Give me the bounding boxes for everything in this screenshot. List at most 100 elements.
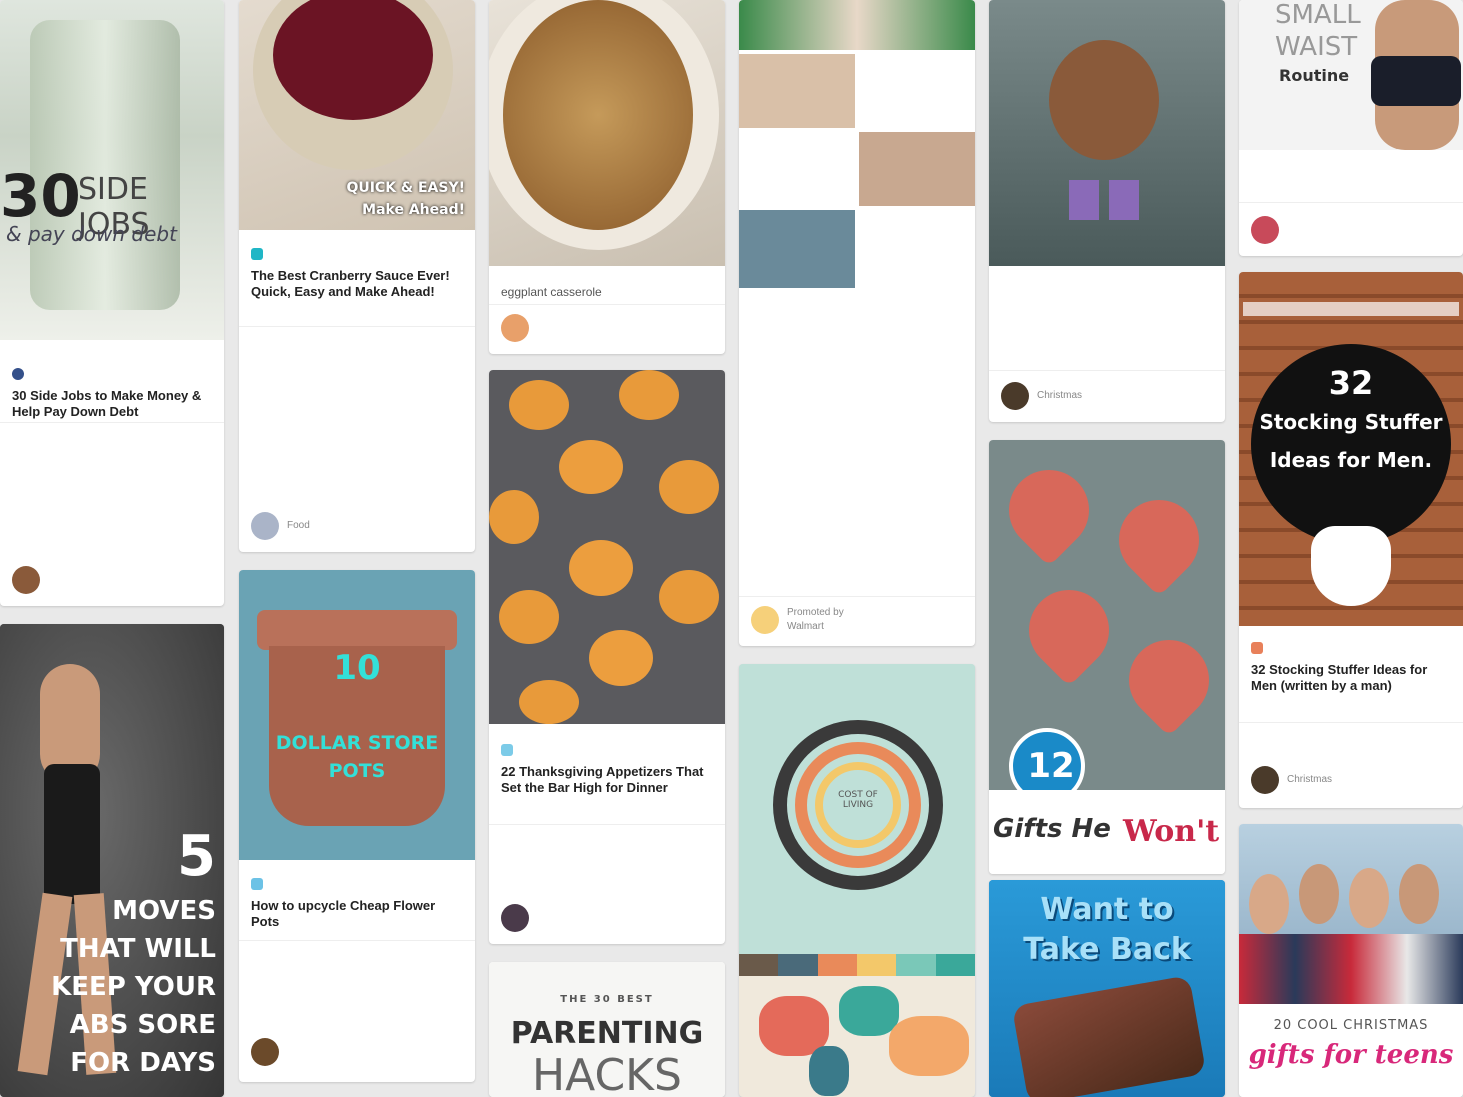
board-name[interactable]: Food	[287, 519, 310, 533]
color-strip	[739, 954, 975, 976]
pin-board: 30 SIDE JOBS & pay down debt 30 Side Job…	[0, 0, 1463, 1097]
overlay-subtitle: & pay down debt	[6, 222, 177, 246]
casserole-shape	[503, 0, 693, 230]
pin-title[interactable]: 30 Side Jobs to Make Money & Help Pay Do…	[12, 388, 212, 420]
overlay-headline: PARENTING	[510, 1016, 704, 1051]
pin-attribution[interactable]	[501, 314, 537, 342]
pin-image[interactable]	[739, 0, 975, 288]
pin-attribution[interactable]: Promoted by Walmart	[751, 606, 844, 634]
pin-image[interactable]: THE 30 BEST PARENTING HACKS	[489, 962, 725, 1097]
avatar[interactable]	[251, 1038, 279, 1066]
overlay-text: Make Ahead!	[362, 202, 465, 218]
pin-image[interactable]: 5 MOVES THAT WILL KEEP YOUR ABS SORE FOR…	[0, 624, 224, 1097]
pot-rim-shape	[257, 610, 457, 650]
pin-description	[1001, 282, 1213, 362]
pin-description	[501, 814, 713, 868]
overlay-text: THE 30 BEST	[560, 994, 654, 1005]
pin-image[interactable]: SMALL WAIST Routine	[1239, 0, 1463, 150]
overlay-text: WAIST	[1275, 32, 1358, 62]
walmart-logo-icon[interactable]	[751, 606, 779, 634]
pin-title[interactable]: 32 Stocking Stuffer Ideas for Men (writt…	[1251, 662, 1451, 694]
board-name[interactable]: Christmas	[1287, 773, 1332, 787]
pin-meta: eggplant casserole	[489, 276, 725, 309]
pin-stocking-him[interactable]: Christmas	[989, 0, 1225, 422]
pin-gifts-he-won-t[interactable]: 12 Gifts He Won't	[989, 440, 1225, 874]
overlay-text: SMALL	[1275, 0, 1361, 30]
overlay-text: QUICK & EASY!	[346, 180, 465, 196]
pin-small-waist[interactable]: SMALL WAIST Routine	[1239, 0, 1463, 256]
overlay-text: Stocking Stuffer	[1259, 410, 1443, 434]
pin-title[interactable]: The Best Cranberry Sauce Ever! Quick, Ea…	[251, 268, 463, 300]
pin-attribution[interactable]: Food	[251, 512, 310, 540]
pin-image[interactable]: QUICK & EASY! Make Ahead!	[239, 0, 475, 230]
pin-image[interactable]: 12	[989, 440, 1225, 790]
pin-eggplant[interactable]: eggplant casserole	[489, 0, 725, 354]
pin-image[interactable]	[489, 0, 725, 266]
pin-image-caption: 20 COOL CHRISTMAS gifts for teens	[1239, 1010, 1463, 1097]
avatar[interactable]	[501, 314, 529, 342]
pin-image[interactable]: Want to Take Back	[989, 880, 1225, 1097]
avatar[interactable]	[1251, 216, 1279, 244]
pin-meta	[739, 290, 975, 597]
pin-title[interactable]: eggplant casserole	[501, 284, 713, 301]
pin-appetizers[interactable]: 22 Thanksgiving Appetizers That Set the …	[489, 370, 725, 944]
pin-source	[251, 878, 463, 890]
pin-cranberry[interactable]: QUICK & EASY! Make Ahead! The Best Cranb…	[239, 0, 475, 552]
avatar[interactable]	[12, 566, 40, 594]
avatar[interactable]	[501, 904, 529, 932]
overlay-number: 32	[1328, 364, 1374, 402]
pin-parenting-hacks[interactable]: THE 30 BEST PARENTING HACKS	[489, 962, 725, 1097]
pin-image[interactable]: 10 DOLLAR STORE POTS	[239, 570, 475, 860]
overlay-text: 20 COOL CHRISTMAS	[1273, 1018, 1429, 1033]
pin-gingerbread-promoted[interactable]: Promoted by Walmart	[739, 0, 975, 646]
swimsuit-shape	[44, 764, 100, 904]
pin-image[interactable]	[989, 0, 1225, 266]
pin-attribution[interactable]	[12, 566, 48, 594]
avatar[interactable]	[1001, 382, 1029, 410]
pin-attribution[interactable]	[501, 904, 537, 932]
pin-take-back[interactable]: Want to Take Back	[989, 880, 1225, 1097]
pin-meta	[1239, 158, 1463, 203]
overlay-number: 5	[177, 824, 216, 889]
pin-source	[251, 248, 463, 260]
pin-stocking-men[interactable]: 32 Stocking Stuffer Ideas for Men. 32 St…	[1239, 272, 1463, 808]
pin-cost-of-living[interactable]: COST OF LIVING	[739, 664, 975, 1097]
pin-side-jobs[interactable]: 30 SIDE JOBS & pay down debt 30 Side Job…	[0, 0, 224, 606]
overlay-text: Take Back	[1023, 932, 1191, 967]
pin-description	[12, 432, 212, 512]
world-map-image[interactable]	[739, 976, 975, 1097]
pin-image[interactable]: 30 SIDE JOBS & pay down debt	[0, 0, 224, 340]
cookies-shape	[1049, 40, 1159, 160]
pin-title[interactable]: 22 Thanksgiving Appetizers That Set the …	[501, 764, 713, 796]
pin-meta	[989, 274, 1225, 371]
pin-attribution[interactable]: Christmas	[1251, 766, 1332, 794]
pin-title[interactable]: How to upcycle Cheap Flower Pots	[251, 898, 463, 930]
pin-description	[251, 946, 463, 1026]
pin-meta: 22 Thanksgiving Appetizers That Set the …	[489, 736, 725, 876]
pin-teens[interactable]: 20 COOL CHRISTMAS gifts for teens	[1239, 824, 1463, 1097]
overlay-text: Gifts He	[993, 814, 1111, 844]
overlay-text: COST OF LIVING	[838, 790, 878, 810]
overlay-headline: gifts for teens	[1248, 1040, 1454, 1070]
overlay-number: 10	[333, 648, 381, 688]
pin-five-moves[interactable]: 5 MOVES THAT WILL KEEP YOUR ABS SORE FOR…	[0, 624, 224, 1097]
pin-image[interactable]: COST OF LIVING	[739, 664, 975, 954]
pin-attribution[interactable]	[1251, 216, 1287, 244]
avatar[interactable]	[251, 512, 279, 540]
pin-source	[12, 368, 212, 380]
pin-image[interactable]	[1239, 824, 1463, 1004]
source-icon	[251, 248, 263, 260]
pin-attribution[interactable]: Christmas	[1001, 382, 1082, 410]
pin-attribution[interactable]	[251, 1038, 287, 1066]
source-icon	[1251, 642, 1263, 654]
brand-name[interactable]: Walmart	[787, 620, 844, 634]
overlay-text: Want to	[1040, 892, 1174, 927]
pin-image[interactable]	[489, 370, 725, 724]
beard-icon	[1311, 526, 1391, 606]
pin-flower-pots[interactable]: 10 DOLLAR STORE POTS How to upcycle Chea…	[239, 570, 475, 1082]
avatar[interactable]	[1251, 766, 1279, 794]
pin-source	[501, 744, 713, 756]
board-name[interactable]: Christmas	[1037, 389, 1082, 403]
pin-image[interactable]: 32 Stocking Stuffer Ideas for Men.	[1239, 272, 1463, 626]
overlay-text: POTS	[328, 760, 386, 782]
